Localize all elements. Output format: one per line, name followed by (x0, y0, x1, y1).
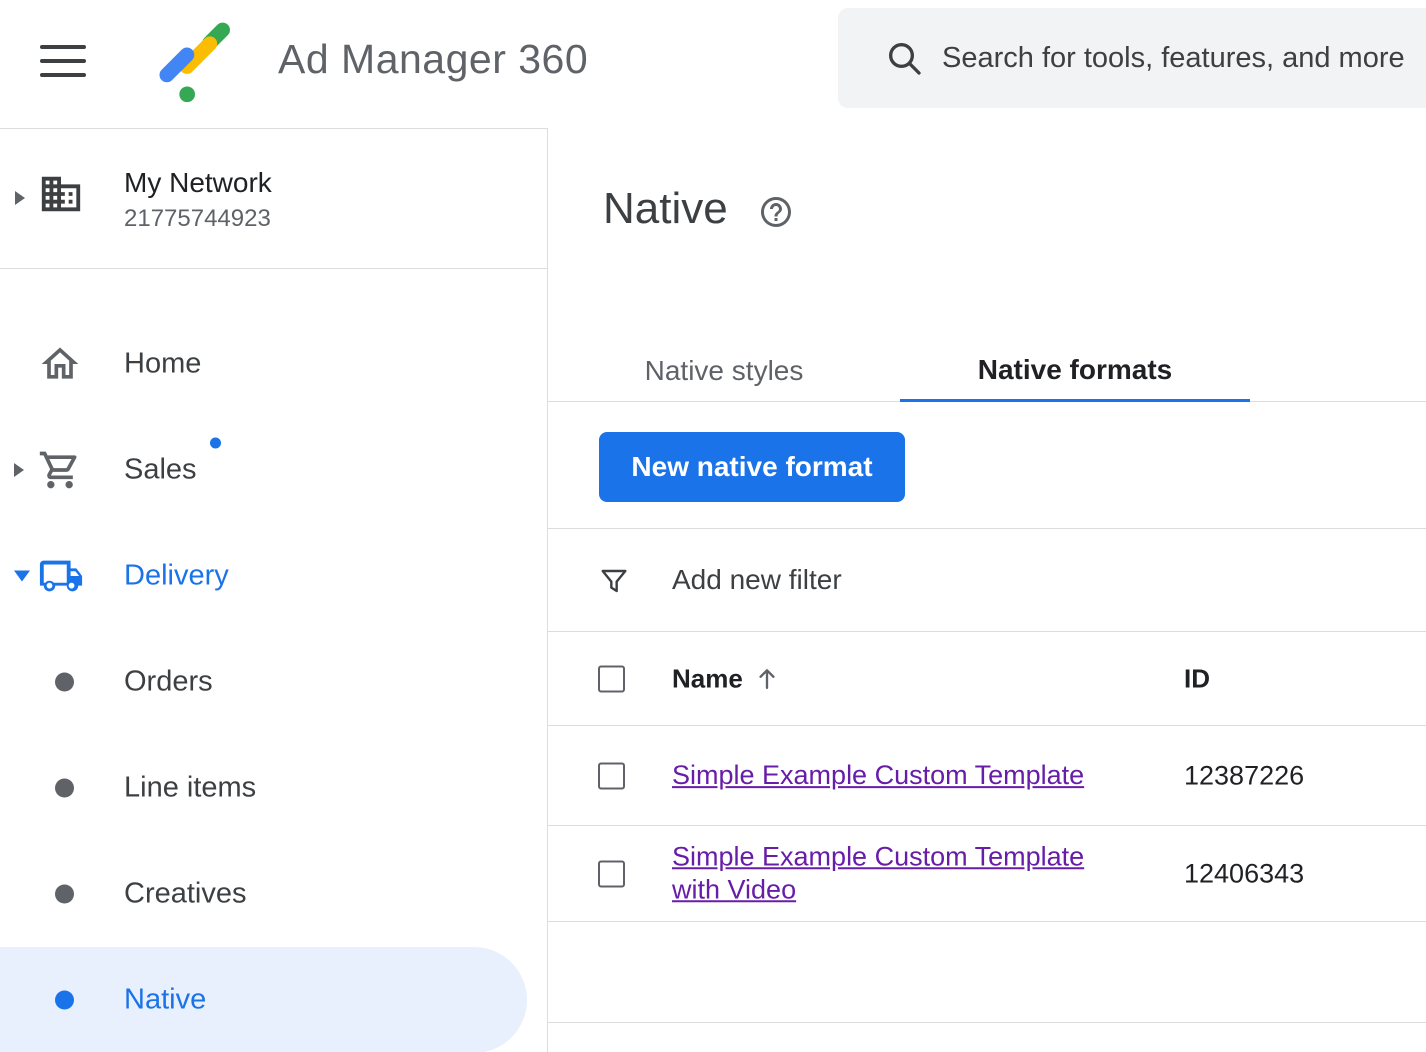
row-checkbox[interactable] (598, 762, 625, 789)
new-native-format-button[interactable]: New native format (599, 432, 905, 502)
network-name: My Network (124, 167, 272, 199)
bullet-icon (55, 779, 74, 798)
sidebar-item-label: Orders (124, 666, 213, 699)
menu-icon[interactable] (40, 45, 86, 77)
sidebar-item-native[interactable]: Native (0, 947, 527, 1052)
table-row: Simple Example Custom Template with Vide… (548, 826, 1426, 922)
sidebar-item-label: Line items (124, 772, 256, 805)
top-app-bar: Ad Manager 360 Search for tools, feature… (0, 0, 1426, 128)
ad-manager-logo-icon (148, 14, 242, 110)
sidebar-item-delivery[interactable]: Delivery (0, 523, 548, 629)
help-icon[interactable] (758, 194, 794, 230)
select-all-checkbox[interactable] (598, 665, 625, 692)
sort-ascending-icon[interactable] (753, 665, 781, 693)
sidebar-item-label: Creatives (124, 878, 247, 911)
building-icon (38, 171, 84, 217)
network-selector[interactable]: My Network 21775744923 (0, 129, 547, 269)
sidebar-item-creatives[interactable]: Creatives (0, 841, 548, 947)
tab-native-styles[interactable]: Native styles (608, 340, 840, 402)
tab-bar: Native styles Native formats (548, 340, 1426, 402)
sidebar-item-home[interactable]: Home (0, 311, 548, 417)
sidebar-item-label: Home (124, 348, 201, 381)
notification-dot (210, 438, 221, 449)
filter-bar: Add new filter (548, 528, 1426, 632)
add-filter-input[interactable]: Add new filter (672, 564, 842, 596)
column-header-id: ID (1184, 663, 1210, 694)
chevron-right-icon[interactable] (15, 191, 25, 205)
native-format-link[interactable]: Simple Example Custom Template (672, 759, 1084, 793)
column-header-name[interactable]: Name (672, 663, 743, 694)
page-title: Native (603, 184, 728, 234)
search-icon (884, 38, 924, 78)
home-icon (38, 342, 82, 386)
network-id: 21775744923 (124, 205, 271, 233)
search-placeholder: Search for tools, features, and more (942, 42, 1405, 75)
chevron-down-icon[interactable] (14, 571, 30, 582)
row-id: 12387226 (1184, 760, 1304, 791)
bullet-icon (55, 885, 74, 904)
bullet-icon (55, 991, 74, 1010)
divider (548, 1022, 1426, 1023)
tab-native-formats[interactable]: Native formats (900, 340, 1250, 402)
truck-icon (38, 553, 84, 599)
table-header-row: Name ID (548, 632, 1426, 726)
main-content: Native Native styles Native formats New … (548, 128, 1426, 1052)
bullet-icon (55, 673, 74, 692)
native-format-link[interactable]: Simple Example Custom Template with Vide… (672, 840, 1138, 908)
sidebar-item-label: Sales (124, 454, 197, 487)
global-search-input[interactable]: Search for tools, features, and more (838, 8, 1426, 108)
sidebar-nav: My Network 21775744923 Home Sales Delive… (0, 128, 548, 1052)
table-row: Simple Example Custom Template 12387226 (548, 726, 1426, 826)
sidebar-item-sales[interactable]: Sales (0, 417, 548, 523)
app-title: Ad Manager 360 (278, 36, 588, 83)
filter-icon[interactable] (598, 565, 630, 597)
row-id: 12406343 (1184, 858, 1304, 889)
cart-icon (38, 448, 82, 492)
row-checkbox[interactable] (598, 860, 625, 887)
sidebar-item-label: Delivery (124, 560, 229, 593)
sidebar-item-orders[interactable]: Orders (0, 629, 548, 735)
chevron-right-icon[interactable] (14, 463, 24, 477)
sidebar-item-line-items[interactable]: Line items (0, 735, 548, 841)
sidebar-item-label: Native (124, 984, 206, 1017)
